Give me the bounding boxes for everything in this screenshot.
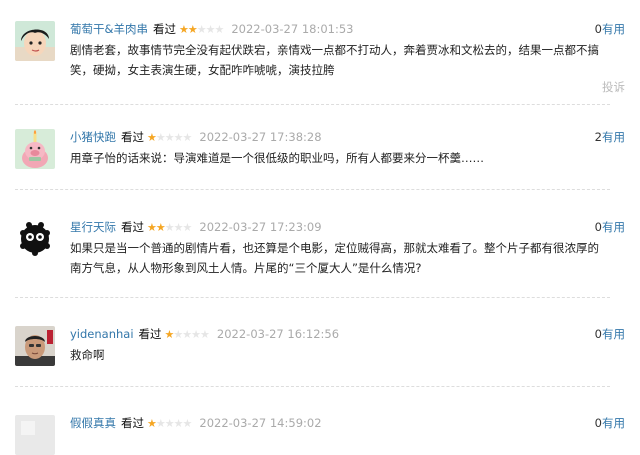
- comment-text: 用章子怡的话来说：导演难道是一个很低级的职业吗，所有人都要来分一杯羹……: [70, 151, 484, 165]
- comment-divider: [15, 104, 610, 105]
- star-empty-icon: ★: [164, 417, 175, 430]
- star-rating: ★★★★★: [147, 417, 193, 430]
- star-empty-icon: ★: [182, 221, 193, 234]
- cartoon-boy-avatar[interactable]: [15, 21, 55, 61]
- comment-time: 2022-03-27 17:38:28: [199, 130, 322, 144]
- star-filled-icon: ★: [147, 417, 157, 430]
- author-link[interactable]: 小猪快跑: [70, 130, 116, 144]
- star-empty-icon: ★: [173, 328, 183, 341]
- star-empty-icon: ★: [182, 328, 192, 341]
- comment-text: 如果只是当一个普通的剧情片看，也还算是个电影，定位贼得高，那就太难看了。整个片子…: [70, 241, 599, 275]
- vote-count: 2: [594, 130, 602, 144]
- star-rating: ★★★★★: [147, 221, 193, 234]
- author-link[interactable]: 葡萄干&羊肉串: [70, 22, 148, 36]
- useful-button[interactable]: 有用: [602, 414, 625, 432]
- star-empty-icon: ★: [155, 417, 166, 430]
- vote-count: 0: [594, 416, 602, 430]
- star-empty-icon: ★: [182, 131, 193, 144]
- star-rating: ★★★★★: [178, 23, 224, 36]
- comment-meta: 星行天际 看过 ★★★★★ 2022-03-27 17:23:09: [70, 218, 322, 236]
- star-empty-icon: ★: [173, 221, 184, 234]
- star-empty-icon: ★: [173, 131, 184, 144]
- star-empty-icon: ★: [200, 328, 210, 341]
- comment-divider: [15, 189, 610, 190]
- star-empty-icon: ★: [164, 131, 175, 144]
- comment-time: 2022-03-27 17:23:09: [199, 220, 322, 234]
- comment-time: 2022-03-27 18:01:53: [231, 22, 354, 36]
- person-photo-avatar[interactable]: [15, 326, 55, 366]
- watched-label: 看过: [121, 220, 144, 234]
- star-empty-icon: ★: [164, 221, 175, 234]
- default-grey-avatar[interactable]: [15, 415, 55, 455]
- star-filled-icon: ★: [187, 23, 198, 36]
- author-link[interactable]: yidenanhai: [70, 327, 134, 341]
- vote-count: 0: [594, 220, 602, 234]
- pig-candle-avatar[interactable]: [15, 129, 55, 169]
- star-empty-icon: ★: [214, 23, 224, 36]
- comment-meta: yidenanhai 看过 ★★★★★ 2022-03-27 16:12:56: [70, 325, 339, 343]
- watched-label: 看过: [138, 327, 162, 341]
- comment-time: 2022-03-27 16:12:56: [216, 327, 340, 341]
- star-empty-icon: ★: [196, 23, 207, 36]
- useful-button[interactable]: 有用: [602, 128, 625, 146]
- author-link[interactable]: 星行天际: [70, 220, 116, 234]
- star-empty-icon: ★: [173, 417, 184, 430]
- comment-divider: [15, 386, 610, 387]
- vote-count: 0: [594, 327, 602, 341]
- soot-sprite-avatar[interactable]: [15, 219, 55, 259]
- watched-label: 看过: [121, 130, 144, 144]
- comment-meta: 葡萄干&羊肉串 看过 ★★★★★ 2022-03-27 18:01:53: [70, 20, 353, 38]
- star-rating: ★★★★★: [147, 131, 193, 144]
- useful-button[interactable]: 有用: [602, 20, 625, 38]
- star-rating: ★★★★★: [165, 328, 210, 341]
- comment-divider: [15, 297, 610, 298]
- star-filled-icon: ★: [147, 131, 157, 144]
- watched-label: 看过: [152, 22, 176, 36]
- star-filled-icon: ★: [147, 221, 157, 234]
- comment-meta: 假假真真 看过 ★★★★★ 2022-03-27 14:59:02: [70, 414, 322, 432]
- author-link[interactable]: 假假真真: [70, 416, 116, 430]
- comment-text: 剧情老套，故事情节完全没有起伏跌宕，亲情戏一点都不打动人，奔着贾冰和文松去的，结…: [70, 43, 599, 77]
- star-filled-icon: ★: [155, 221, 166, 234]
- useful-button[interactable]: 有用: [602, 325, 625, 343]
- watched-label: 看过: [121, 416, 144, 430]
- star-empty-icon: ★: [191, 328, 201, 341]
- comment-meta: 小猪快跑 看过 ★★★★★ 2022-03-27 17:38:28: [70, 128, 322, 146]
- comment-time: 2022-03-27 14:59:02: [199, 416, 322, 430]
- comment-text: 救命啊: [70, 348, 105, 362]
- star-empty-icon: ★: [155, 131, 166, 144]
- star-empty-icon: ★: [182, 417, 193, 430]
- useful-button[interactable]: 有用: [602, 218, 625, 236]
- star-filled-icon: ★: [178, 23, 189, 36]
- report-button[interactable]: 投诉: [602, 78, 625, 96]
- vote-count: 0: [594, 22, 602, 36]
